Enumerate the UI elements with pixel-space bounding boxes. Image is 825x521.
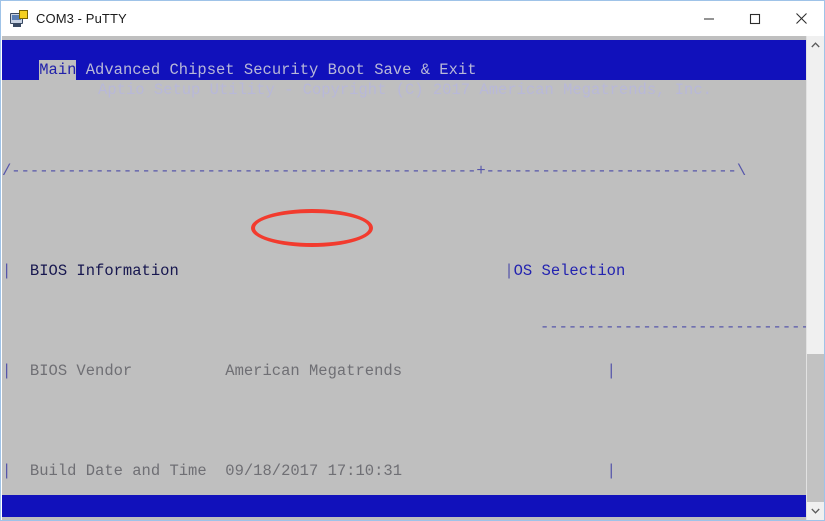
terminal-scrollbar[interactable] bbox=[806, 36, 824, 520]
pad bbox=[132, 362, 225, 380]
tab-security[interactable]: Security bbox=[244, 60, 318, 80]
window-title: COM3 - PuTTY bbox=[36, 11, 127, 26]
border-mid-1: | bbox=[504, 262, 514, 280]
bios-header-bar: Aptio Setup Utility - Copyright (C) 2017… bbox=[2, 40, 808, 99]
bios-information-heading: BIOS Information bbox=[29, 262, 179, 280]
menu-gap-5 bbox=[365, 60, 374, 80]
pad bbox=[402, 462, 607, 480]
menu-gap-4 bbox=[318, 60, 327, 80]
frame-top-border: /---------------------------------------… bbox=[2, 162, 747, 180]
border-left: | bbox=[2, 362, 12, 380]
border-left: | bbox=[2, 462, 12, 480]
border-left: | bbox=[2, 262, 12, 280]
help-panel-title: OS Selection bbox=[513, 262, 626, 280]
window-title-bar: COM3 - PuTTY bbox=[1, 1, 824, 36]
menu-gap-3 bbox=[235, 60, 244, 80]
minimize-button[interactable] bbox=[686, 2, 732, 36]
bios-footer-bar: Version 2.17.1249. Copyright (C) 2017 Am… bbox=[2, 495, 808, 517]
border-mid-3: | bbox=[606, 462, 616, 480]
title-bar-left: COM3 - PuTTY bbox=[1, 1, 686, 36]
tab-save-and-exit[interactable]: Save & Exit bbox=[374, 60, 476, 80]
pad bbox=[402, 362, 607, 380]
tab-main[interactable]: Main bbox=[39, 60, 77, 80]
putty-terminal-icon bbox=[10, 9, 28, 28]
pad-1 bbox=[179, 262, 505, 280]
menu-gap-2 bbox=[160, 60, 169, 80]
row-section-title: | BIOS Information |OS Selection | bbox=[2, 261, 808, 281]
scroll-up-arrow-icon[interactable] bbox=[807, 36, 824, 54]
pad bbox=[207, 462, 226, 480]
border-mid-2: | bbox=[606, 362, 616, 380]
build-date-label: Build Date and Time bbox=[29, 462, 207, 480]
help-panel-separator: ----------------------------- bbox=[540, 318, 808, 336]
scrollbar-thumb[interactable] bbox=[807, 354, 824, 502]
close-button[interactable] bbox=[778, 2, 824, 36]
build-date-value: 09/18/2017 17:10:31 bbox=[225, 462, 402, 480]
menu-indent bbox=[2, 60, 39, 80]
tab-boot[interactable]: Boot bbox=[328, 60, 365, 80]
scrollbar-track[interactable] bbox=[807, 54, 824, 502]
row-bios-vendor: | BIOS Vendor American Megatrends | | bbox=[2, 361, 808, 381]
bios-menu-bar: Main Advanced Chipset Security Boot Save… bbox=[2, 60, 808, 80]
bios-body: /---------------------------------------… bbox=[2, 81, 808, 495]
terminal-screen[interactable]: Aptio Setup Utility - Copyright (C) 2017… bbox=[2, 36, 808, 520]
menu-gap-1 bbox=[76, 60, 85, 80]
scroll-down-arrow-icon[interactable] bbox=[807, 502, 824, 520]
pad bbox=[616, 462, 808, 480]
bios-vendor-label: BIOS Vendor bbox=[29, 362, 133, 380]
tab-advanced[interactable]: Advanced bbox=[86, 60, 160, 80]
row-build-date: | Build Date and Time 09/18/2017 17:10:3… bbox=[2, 461, 808, 481]
maximize-button[interactable] bbox=[732, 2, 778, 36]
bios-vendor-value: American Megatrends bbox=[225, 362, 402, 380]
putty-window: COM3 - PuTTY Aptio Setup Utility - Copyr… bbox=[0, 0, 825, 521]
pad-h1 bbox=[625, 262, 808, 280]
pad bbox=[616, 362, 808, 380]
tab-chipset[interactable]: Chipset bbox=[169, 60, 234, 80]
